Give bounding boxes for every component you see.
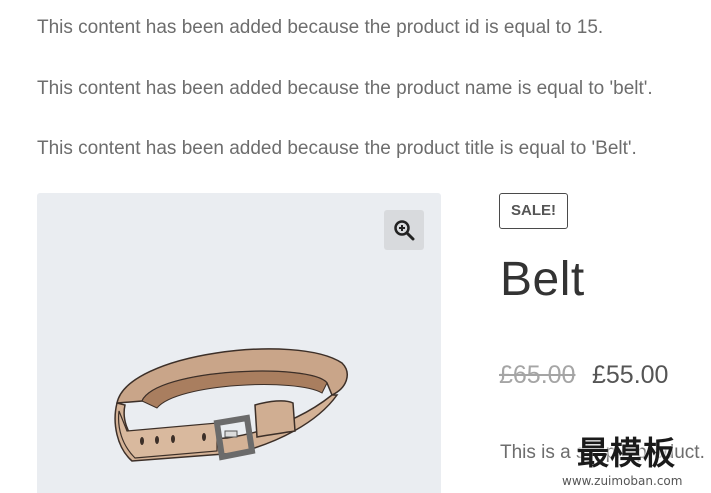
watermark-logo: 最模板 (577, 434, 677, 472)
belt-image (114, 348, 348, 462)
sale-badge: SALE! (499, 193, 568, 229)
product-title: Belt (500, 253, 585, 306)
regular-price: £65.00 (499, 361, 576, 389)
notice-product-name: This content has been added because the … (37, 78, 653, 99)
sale-price: £55.00 (592, 361, 669, 389)
zoom-in-icon (394, 220, 415, 241)
notice-product-id: This content has been added because the … (37, 17, 604, 38)
watermark-url: www.zuimoban.com (562, 474, 683, 488)
notice-product-title: This content has been added because the … (37, 138, 637, 159)
zoom-button[interactable] (384, 210, 424, 250)
product-gallery[interactable] (37, 193, 441, 493)
